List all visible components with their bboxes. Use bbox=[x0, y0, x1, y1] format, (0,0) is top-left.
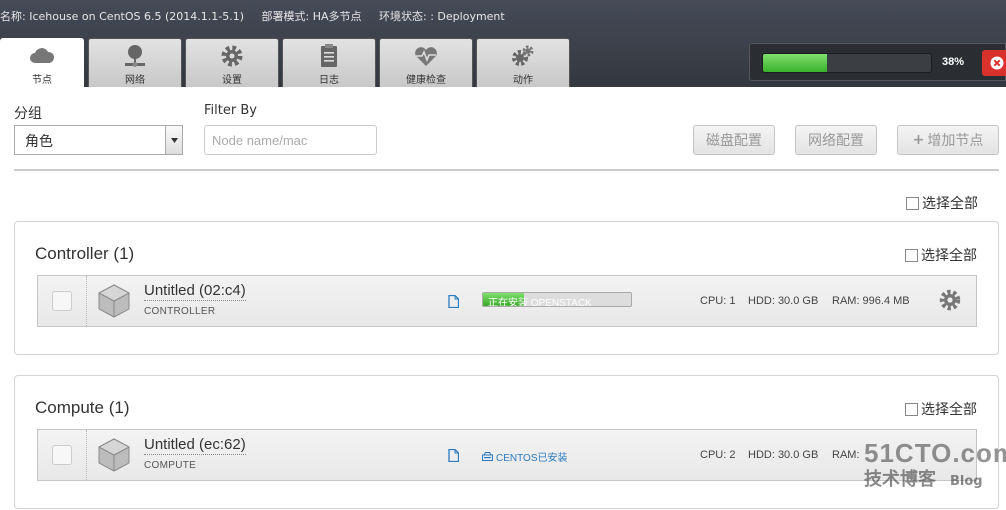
group-by-select[interactable]: 角色 bbox=[14, 125, 183, 155]
node-ram: RAM: bbox=[832, 449, 860, 461]
server-box-icon bbox=[98, 438, 130, 472]
tab-label: 日志 bbox=[319, 75, 339, 86]
node-status: CENTOS已安装 bbox=[482, 449, 568, 464]
node-cpu: CPU: 1 bbox=[700, 295, 736, 307]
server-box-icon bbox=[98, 284, 130, 318]
deployment-progress: 38% bbox=[749, 43, 1006, 81]
select-all-controller[interactable]: 选择全部 bbox=[905, 245, 977, 265]
select-all-label: 选择全部 bbox=[921, 248, 977, 264]
network-config-label: 网络配置 bbox=[808, 133, 864, 149]
plus-icon: + bbox=[912, 132, 925, 148]
gear-icon[interactable] bbox=[938, 288, 962, 312]
deployment-progress-bar bbox=[762, 53, 932, 73]
node-cpu: CPU: 2 bbox=[700, 449, 736, 461]
node-role: CONTROLLER bbox=[144, 306, 216, 317]
disk-config-button[interactable]: 磁盘配置 bbox=[693, 125, 775, 155]
cloud-icon bbox=[30, 48, 55, 63]
tab-actions[interactable]: 动作 bbox=[476, 38, 570, 87]
node-name[interactable]: Untitled (ec:62) bbox=[144, 436, 246, 455]
node-row[interactable]: Untitled (02:c4) CONTROLLER 正在安装 OPENSTA… bbox=[37, 275, 977, 327]
toolbar-divider bbox=[14, 169, 999, 171]
node-hdd: HDD: 30.0 GB bbox=[748, 295, 819, 307]
disk-config-label: 磁盘配置 bbox=[706, 133, 762, 149]
select-all-checkbox[interactable] bbox=[905, 402, 918, 416]
document-icon[interactable] bbox=[448, 295, 459, 308]
stop-deployment-button[interactable] bbox=[982, 50, 1006, 76]
node-hdd: HDD: 30.0 GB bbox=[748, 449, 819, 461]
tab-label: 健康检查 bbox=[406, 75, 446, 86]
divider bbox=[86, 430, 87, 480]
group-by-label: 分组 bbox=[14, 106, 42, 122]
top-bar: 名称: Icehouse on CentOS 6.5 (2014.1.1-5.1… bbox=[0, 0, 1006, 87]
watermark: 51CTO.com 技术博客 Blog bbox=[864, 438, 1006, 491]
select-all-label: 选择全部 bbox=[921, 402, 977, 418]
filter-input[interactable] bbox=[204, 125, 377, 155]
divider bbox=[86, 276, 87, 326]
node-ram: RAM: 996.4 MB bbox=[832, 295, 910, 307]
document-icon[interactable] bbox=[448, 449, 459, 462]
group-by-value: 角色 bbox=[25, 134, 53, 150]
watermark-blog: Blog bbox=[950, 474, 983, 489]
chevron-down-icon bbox=[165, 126, 182, 154]
tab-label: 动作 bbox=[513, 75, 533, 86]
node-status-text: 正在安装 OPENSTACK bbox=[488, 298, 592, 307]
tab-label: 网络 bbox=[125, 75, 145, 86]
filter-label: Filter By bbox=[204, 103, 257, 118]
node-row[interactable]: Untitled (ec:62) COMPUTE CENTOS已安装 CPU: … bbox=[37, 429, 977, 481]
gears-icon bbox=[512, 45, 534, 66]
node-checkbox[interactable] bbox=[52, 445, 72, 465]
deployment-mode: 部署模式: HA多节点 bbox=[261, 10, 362, 23]
node-checkbox[interactable] bbox=[52, 291, 72, 311]
tab-label: 节点 bbox=[32, 75, 52, 86]
node-group-compute: Compute (1) 选择全部 Untitled (ec:62) COMPUT… bbox=[14, 375, 999, 509]
close-icon bbox=[990, 56, 1004, 70]
group-title: Controller (1) bbox=[35, 244, 135, 263]
tab-label: 设置 bbox=[222, 75, 242, 86]
node-group-controller: Controller (1) 选择全部 Untitled (02:c4) CON… bbox=[14, 221, 999, 355]
node-role: COMPUTE bbox=[144, 460, 197, 471]
gear-icon bbox=[221, 45, 243, 67]
node-name[interactable]: Untitled (02:c4) bbox=[144, 282, 246, 301]
select-all-checkbox[interactable] bbox=[906, 196, 919, 210]
tab-health-check[interactable]: 健康检查 bbox=[379, 38, 473, 87]
network-icon bbox=[125, 45, 145, 67]
node-status-text: CENTOS已安装 bbox=[496, 453, 568, 464]
add-node-button[interactable]: + 增加节点 bbox=[897, 125, 999, 155]
select-all-nodes[interactable]: 选择全部 bbox=[906, 193, 978, 213]
tab-network[interactable]: 网络 bbox=[88, 38, 182, 87]
environment-status: 环境状态: : Deployment bbox=[379, 10, 505, 23]
main-tabs: 节点 网络 设置 日志 健康检查 动作 bbox=[0, 38, 573, 87]
node-progress-bar: 正在安装 OPENSTACK bbox=[482, 292, 632, 307]
tab-logs[interactable]: 日志 bbox=[282, 38, 376, 87]
heartbeat-icon bbox=[415, 47, 437, 66]
node-status: 正在安装 OPENSTACK bbox=[482, 292, 632, 307]
log-icon bbox=[321, 44, 337, 67]
group-title: Compute (1) bbox=[35, 398, 130, 417]
deployment-progress-percent: 38% bbox=[942, 56, 965, 68]
add-node-label: 增加节点 bbox=[927, 133, 984, 149]
select-all-compute[interactable]: 选择全部 bbox=[905, 399, 977, 419]
tab-settings[interactable]: 设置 bbox=[185, 38, 279, 87]
environment-info: 名称: Icehouse on CentOS 6.5 (2014.1.1-5.1… bbox=[0, 8, 519, 24]
network-config-button[interactable]: 网络配置 bbox=[795, 125, 877, 155]
select-all-checkbox[interactable] bbox=[905, 248, 918, 262]
watermark-blog-cn: 技术博客 bbox=[864, 469, 936, 490]
os-installed-icon bbox=[482, 452, 493, 461]
deployment-progress-fill bbox=[763, 54, 827, 72]
environment-name: 名称: Icehouse on CentOS 6.5 (2014.1.1-5.1… bbox=[0, 10, 245, 23]
select-all-label: 选择全部 bbox=[922, 196, 978, 212]
tab-nodes[interactable]: 节点 bbox=[0, 38, 84, 87]
